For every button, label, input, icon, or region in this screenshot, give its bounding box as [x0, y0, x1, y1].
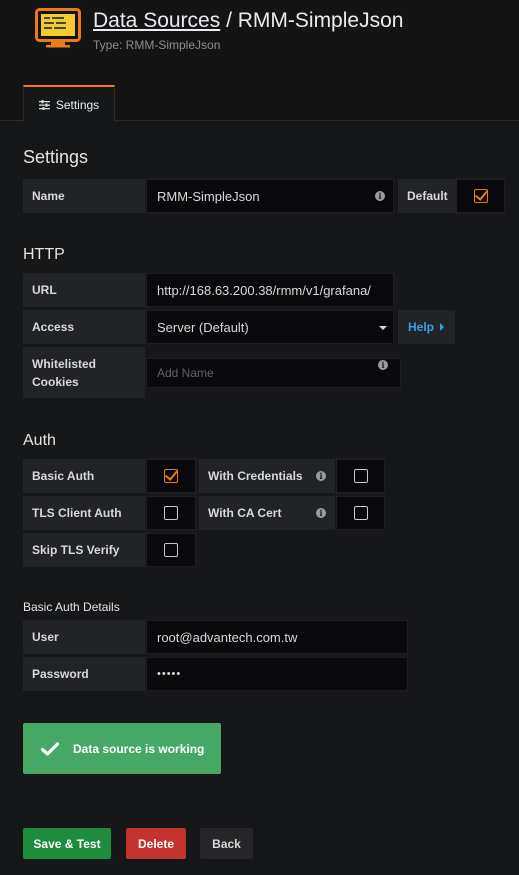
- cookies-input[interactable]: Add Name: [146, 358, 401, 388]
- settings-heading: Settings: [23, 147, 89, 167]
- alert-message: Data source is working: [73, 741, 205, 756]
- cookies-label-line2: Cookies: [32, 374, 79, 389]
- cookies-placeholder: Add Name: [157, 366, 214, 380]
- checkbox-unchecked-icon: [353, 506, 368, 520]
- url-input[interactable]: http://168.63.200.38/rmm/v1/grafana/: [146, 273, 394, 307]
- help-label: Help: [408, 320, 435, 334]
- password-label: Password: [23, 657, 145, 691]
- page-subtitle: Type: RMM-SimpleJson: [93, 38, 221, 52]
- default-checkbox[interactable]: [456, 179, 505, 213]
- checkbox-checked-icon: [164, 469, 178, 483]
- access-value: Server (Default): [157, 319, 249, 335]
- whitelisted-cookies-label: Whitelisted Cookies: [23, 347, 145, 398]
- page-header: Data Sources / RMM-SimpleJson Type: RMM-…: [0, 0, 519, 122]
- info-icon[interactable]: i: [316, 471, 326, 481]
- user-label: User: [23, 620, 145, 654]
- checkbox-checked-icon: [473, 189, 488, 203]
- page-title: Data Sources / RMM-SimpleJson: [93, 9, 403, 33]
- checkbox-unchecked-icon: [164, 543, 178, 557]
- with-credentials-label: With Credentials: [199, 459, 335, 493]
- auth-heading: Auth: [23, 432, 56, 449]
- back-button[interactable]: Back: [200, 828, 253, 859]
- info-icon[interactable]: i: [378, 360, 388, 370]
- name-input[interactable]: RMM-SimpleJson: [146, 179, 394, 213]
- with-ca-cert-checkbox[interactable]: [336, 496, 385, 530]
- cookies-label-line1: Whitelisted: [32, 356, 97, 371]
- info-icon[interactable]: i: [375, 191, 385, 201]
- user-value: root@advantech.com.tw: [157, 629, 298, 645]
- tls-client-auth-checkbox[interactable]: [146, 496, 196, 530]
- caret-right-icon: [440, 323, 445, 331]
- data-sources-link[interactable]: Data Sources: [93, 9, 220, 32]
- name-value: RMM-SimpleJson: [157, 188, 260, 204]
- caret-down-icon: [379, 326, 387, 330]
- checkbox-unchecked-icon: [164, 506, 178, 520]
- url-label: URL: [23, 273, 145, 307]
- success-alert: Data source is working: [23, 723, 221, 774]
- access-select[interactable]: Server (Default): [146, 310, 394, 344]
- help-button[interactable]: Help: [398, 310, 455, 344]
- password-value: •••••: [157, 668, 182, 680]
- skip-tls-verify-checkbox[interactable]: [146, 533, 196, 567]
- title-separator: /: [220, 9, 238, 32]
- delete-button[interactable]: Delete: [126, 828, 186, 859]
- tls-client-auth-label: TLS Client Auth: [23, 496, 145, 530]
- http-heading: HTTP: [23, 246, 65, 263]
- name-label: Name: [23, 179, 145, 213]
- user-input[interactable]: root@advantech.com.tw: [146, 620, 408, 654]
- basic-auth-label: Basic Auth: [23, 459, 145, 493]
- with-ca-cert-label: With CA Cert: [199, 496, 335, 530]
- default-label: Default: [398, 179, 456, 213]
- basic-auth-details-heading: Basic Auth Details: [23, 600, 120, 614]
- password-input[interactable]: •••••: [146, 657, 408, 691]
- datasource-name-title: RMM-SimpleJson: [237, 9, 404, 32]
- check-icon: [41, 741, 59, 756]
- basic-auth-checkbox[interactable]: [146, 459, 196, 493]
- info-icon[interactable]: i: [316, 508, 326, 518]
- tab-settings[interactable]: Settings: [23, 85, 115, 122]
- url-value: http://168.63.200.38/rmm/v1/grafana/: [157, 282, 371, 298]
- sliders-icon: [38, 99, 50, 110]
- with-credentials-checkbox[interactable]: [336, 459, 385, 493]
- checkbox-unchecked-icon: [353, 469, 368, 483]
- tab-settings-label: Settings: [55, 97, 100, 112]
- skip-tls-verify-label: Skip TLS Verify: [23, 533, 145, 567]
- server-icon: [35, 8, 81, 48]
- access-label: Access: [23, 310, 145, 344]
- save-and-test-button[interactable]: Save & Test: [23, 828, 111, 859]
